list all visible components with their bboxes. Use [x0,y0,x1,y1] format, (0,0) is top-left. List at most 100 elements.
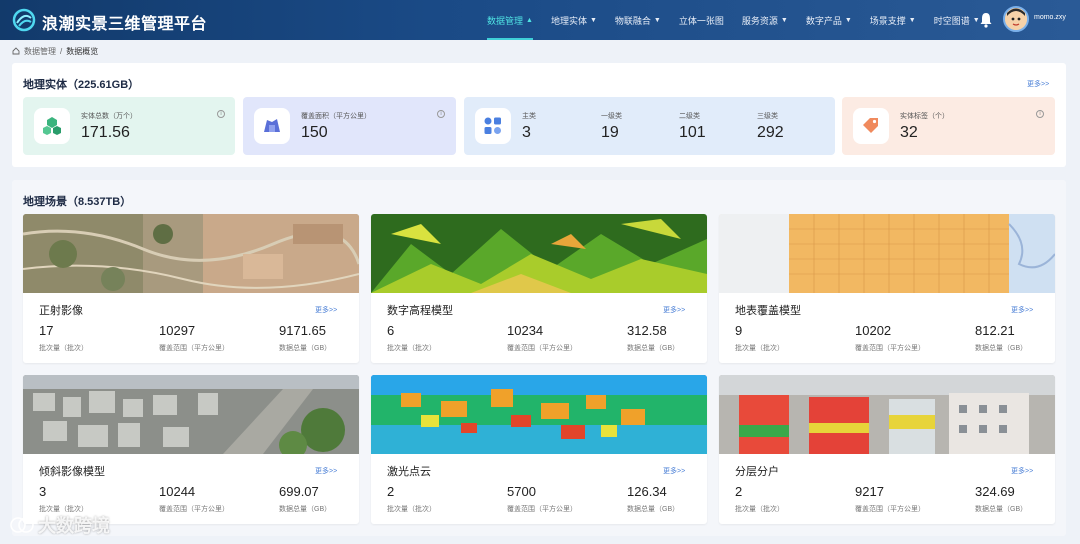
nav-geo-entity[interactable]: 地理实体 ▼ [542,0,606,40]
chevron-down-icon: ▼ [780,16,788,24]
class-label-level2: 二级类 [679,113,700,120]
scene-area: 10202 [855,323,892,338]
scene-size: 324.69 [975,484,1015,499]
scene-size: 699.07 [279,484,319,499]
scene-card-floor-household[interactable]: 分层分户 更多>> 2 9217 324.69 批次量（批次） 覆盖范围（平方公… [719,375,1055,524]
scene-batches-label: 批次量（批次） [387,506,436,513]
scene-area-label: 覆盖范围（平方公里） [159,345,229,352]
chevron-down-icon: ▼ [908,16,916,24]
point-cloud-image [371,375,707,454]
app-title: 浪潮实景三维管理平台 [42,16,208,33]
home-icon[interactable] [12,47,20,55]
scene-card-lidar[interactable]: 激光点云 更多>> 2 5700 126.34 批次量（批次） 覆盖范围（平方公… [371,375,707,524]
nav-label: 场景支撑 [869,15,906,26]
top-header: 浪潮实景三维管理平台 数据管理 ▲ 地理实体 ▼ 物联融合 ▼ 立体一张图 服务资源 ▼… [0,0,1080,40]
stat-label: 覆盖面积（平方公里） [301,113,371,120]
scene-size-label: 数据总量（GB） [975,506,1028,513]
stat-card-classification: 主类 3 一级类 19 二级类 101 三级类 292 [464,97,835,155]
nav-label: 物联融合 [614,15,651,26]
info-icon[interactable]: i [217,110,225,118]
scene-name: 正射影像 [39,305,83,317]
chevron-down-icon: ▼ [653,16,661,24]
scene-size: 9171.65 [279,323,326,338]
scene-card-land-cover[interactable]: 地表覆盖模型 更多>> 9 10202 812.21 批次量（批次） 覆盖范围（… [719,214,1055,363]
scene-area-label: 覆盖范围（平方公里） [159,506,229,513]
nav-iot-fusion[interactable]: 物联融合 ▼ [606,0,670,40]
scene-size: 812.21 [975,323,1015,338]
stat-card-entity-total: 实体总数（万个） 171.56 i [23,97,235,155]
class-value-level2: 101 [679,124,706,141]
scene-area-label: 覆盖范围（平方公里） [855,506,925,513]
scene-name: 分层分户 [735,466,779,478]
breadcrumb-root[interactable]: 数据管理 [24,46,56,57]
scene-area: 10244 [159,484,196,499]
stat-value: 32 [900,124,918,141]
nav-scene-support[interactable]: 场景支撑 ▼ [861,0,925,40]
nav-label: 立体一张图 [678,15,724,26]
category-grid-icon [475,108,511,144]
nav-label: 时空图谱 [933,15,970,26]
scene-more-link[interactable]: 更多>> [663,466,685,476]
stat-value: 150 [301,124,328,141]
chevron-down-icon: ▼ [844,16,852,24]
nav-3d-map[interactable]: 立体一张图 [670,0,733,40]
scene-more-link[interactable]: 更多>> [315,466,337,476]
scene-size-label: 数据总量（GB） [279,345,332,352]
cubes-icon [34,108,70,144]
land-cover-map-image [719,214,1055,293]
logo-icon [12,8,36,32]
scene-batches: 2 [735,484,743,499]
stat-card-coverage-area: 覆盖面积（平方公里） 150 i [243,97,456,155]
breadcrumb-current: 数据概览 [66,46,99,56]
nav-data-management[interactable]: 数据管理 ▲ [478,0,542,40]
scene-card-oblique[interactable]: 倾斜影像模型 更多>> 3 10244 699.07 批次量（批次） 覆盖范围（… [23,375,359,524]
nav-label: 数据管理 [487,15,524,26]
scene-size-label: 数据总量（GB） [279,506,332,513]
info-icon[interactable]: i [1036,110,1044,118]
scene-batches-label: 批次量（批次） [735,506,784,513]
nav-digital-products[interactable]: 数字产品 ▼ [797,0,861,40]
scene-batches: 2 [387,484,395,499]
scene-size-label: 数据总量（GB） [975,345,1028,352]
scene-size-label: 数据总量（GB） [627,506,680,513]
scene-area: 10234 [507,323,544,338]
scene-batches-label: 批次量（批次） [735,345,784,352]
scene-more-link[interactable]: 更多>> [1011,305,1033,315]
watermark: 大数跨境 [10,512,110,538]
scene-area-label: 覆盖范围（平方公里） [507,345,577,352]
username[interactable]: momo.zxy [1034,14,1066,21]
scene-area: 5700 [507,484,536,499]
oblique-image [23,375,359,454]
scene-batches: 3 [39,484,47,499]
scene-size: 312.58 [627,323,667,338]
scene-card-orthophoto[interactable]: 正射影像 更多>> 17 10297 9171.65 批次量（批次） 覆盖范围（… [23,214,359,363]
scene-card-dem[interactable]: 数字高程模型 更多>> 6 10234 312.58 批次量（批次） 覆盖范围（… [371,214,707,363]
scene-size: 126.34 [627,484,667,499]
geo-scene-panel: 地理场景（8.537TB） 正射影像 更多>> 17 10297 9171.65… [12,180,1066,536]
class-value-level3: 292 [757,124,784,141]
scene-more-link[interactable]: 更多>> [663,305,685,315]
chevron-down-icon: ▼ [589,16,597,24]
scene-area-label: 覆盖范围（平方公里） [855,345,925,352]
stat-label: 实体总数（万个） [81,113,137,120]
breadcrumb-separator: / [60,46,63,56]
tag-icon [853,108,889,144]
class-value-level1: 19 [601,124,619,141]
info-icon[interactable]: i [437,110,445,118]
main-nav: 数据管理 ▲ 地理实体 ▼ 物联融合 ▼ 立体一张图 服务资源 ▼ 数字产品 ▼ 场景支撑… [478,0,989,40]
section-title: 地理场景（8.537TB） [23,196,132,208]
scene-batches: 9 [735,323,743,338]
scene-area-label: 覆盖范围（平方公里） [507,506,577,513]
nav-service-resources[interactable]: 服务资源 ▼ [733,0,797,40]
entity-more-link[interactable]: 更多>> [1027,79,1049,89]
scene-more-link[interactable]: 更多>> [315,305,337,315]
scene-batches: 17 [39,323,54,338]
bell-icon[interactable] [979,12,993,28]
nav-label: 数字产品 [805,15,842,26]
scene-name: 地表覆盖模型 [735,305,801,317]
scene-area: 9217 [855,484,884,499]
scene-more-link[interactable]: 更多>> [1011,466,1033,476]
scene-batches: 6 [387,323,395,338]
avatar[interactable] [1003,6,1029,32]
scene-name: 激光点云 [387,466,431,478]
